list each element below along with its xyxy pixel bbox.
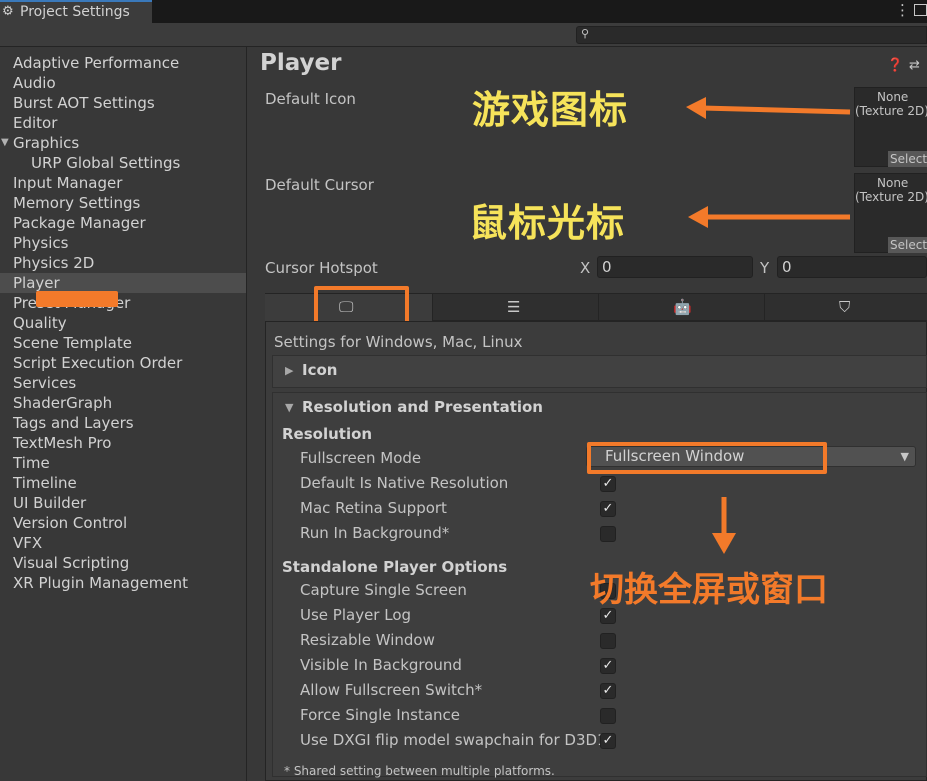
- arrow-to-default-cursor: [688, 206, 850, 228]
- annotation-arrows: [686, 97, 851, 554]
- arrow-down-annotation: [712, 497, 736, 554]
- arrow-to-default-icon: [686, 97, 851, 119]
